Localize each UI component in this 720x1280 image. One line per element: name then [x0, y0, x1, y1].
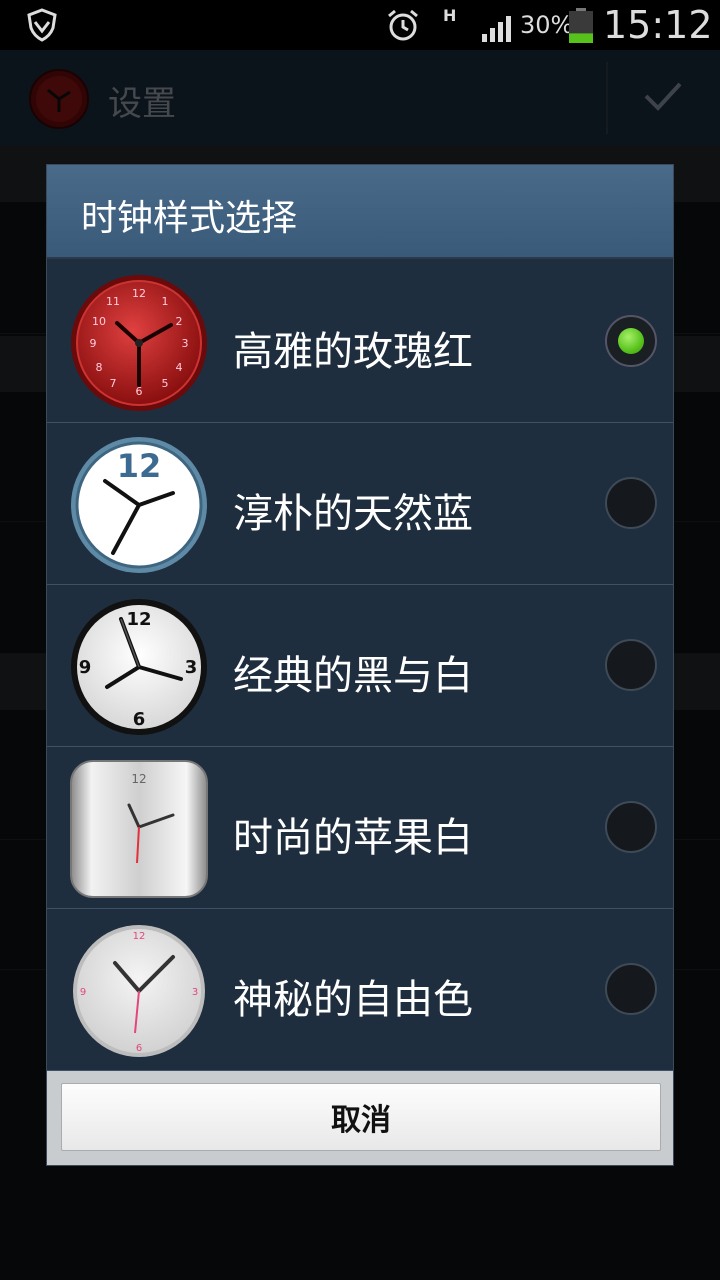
option-label: 淳朴的天然蓝 — [233, 491, 473, 537]
svg-text:9: 9 — [79, 657, 92, 678]
natural-blue-clock-icon: 12 — [71, 437, 207, 573]
signal-icon — [482, 16, 511, 42]
svg-text:6: 6 — [133, 709, 146, 730]
svg-text:12: 12 — [117, 447, 162, 485]
clock-style-option-natural-blue[interactable]: 12 淳朴的天然蓝 — [47, 423, 673, 585]
svg-text:3: 3 — [182, 337, 189, 350]
option-label: 高雅的玫瑰红 — [233, 329, 473, 375]
battery-icon — [569, 8, 593, 43]
svg-text:10: 10 — [92, 315, 106, 328]
option-label: 经典的黑与白 — [233, 653, 473, 699]
svg-text:1: 1 — [162, 295, 169, 308]
svg-text:8: 8 — [96, 361, 103, 374]
svg-text:12: 12 — [132, 287, 146, 300]
radio-button-selected[interactable] — [605, 315, 657, 367]
black-white-clock-icon: 12 3 6 9 — [71, 599, 207, 735]
svg-text:7: 7 — [110, 377, 117, 390]
clock-time: 15:12 — [603, 3, 713, 47]
apple-white-clock-icon: 12 — [70, 760, 208, 898]
clock-style-option-apple-white[interactable]: 12 时尚的苹果白 — [47, 747, 673, 909]
rose-red-clock-icon: 12369 111210 4578 — [71, 275, 207, 411]
svg-text:3: 3 — [192, 987, 198, 998]
svg-text:3: 3 — [185, 657, 198, 678]
dialog-title-bar: 时钟样式选择 — [47, 165, 673, 259]
dialog-footer: 取消 — [47, 1071, 673, 1165]
status-bar: H 30% 15:12 — [0, 0, 720, 50]
radio-button[interactable] — [605, 801, 657, 853]
svg-text:4: 4 — [176, 361, 183, 374]
radio-button[interactable] — [605, 477, 657, 529]
option-label: 神秘的自由色 — [233, 977, 473, 1023]
battery-percent: 30% — [520, 11, 574, 39]
alarm-icon — [388, 9, 418, 41]
clock-style-option-rose-red[interactable]: 12 3 6 9 1 11 2 10 4578 高雅的玫瑰红 — [47, 261, 673, 423]
option-label: 时尚的苹果白 — [233, 815, 473, 861]
radio-button[interactable] — [605, 639, 657, 691]
cancel-button[interactable]: 取消 — [61, 1083, 661, 1151]
svg-text:5: 5 — [162, 377, 169, 390]
svg-text:12: 12 — [131, 772, 146, 786]
dialog-title: 时钟样式选择 — [81, 198, 298, 239]
svg-text:12: 12 — [126, 609, 151, 630]
radio-button[interactable] — [605, 963, 657, 1015]
clock-style-option-free-color[interactable]: 12 3 6 9 神秘的自由色 — [47, 909, 673, 1071]
svg-text:9: 9 — [80, 987, 86, 998]
svg-text:2: 2 — [176, 315, 183, 328]
svg-text:6: 6 — [136, 1043, 142, 1054]
shield-icon — [27, 8, 57, 42]
svg-text:11: 11 — [106, 295, 120, 308]
clock-style-option-black-white[interactable]: 12 3 6 9 经典的黑与白 — [47, 585, 673, 747]
svg-text:12: 12 — [133, 931, 146, 942]
clock-style-dialog: 时钟样式选择 12 3 6 9 1 11 2 10 4578 高雅的玫瑰红 12… — [46, 164, 674, 1166]
network-type-label: H — [443, 6, 457, 25]
free-color-clock-icon: 12 3 6 9 — [73, 925, 205, 1057]
svg-text:9: 9 — [90, 337, 97, 350]
